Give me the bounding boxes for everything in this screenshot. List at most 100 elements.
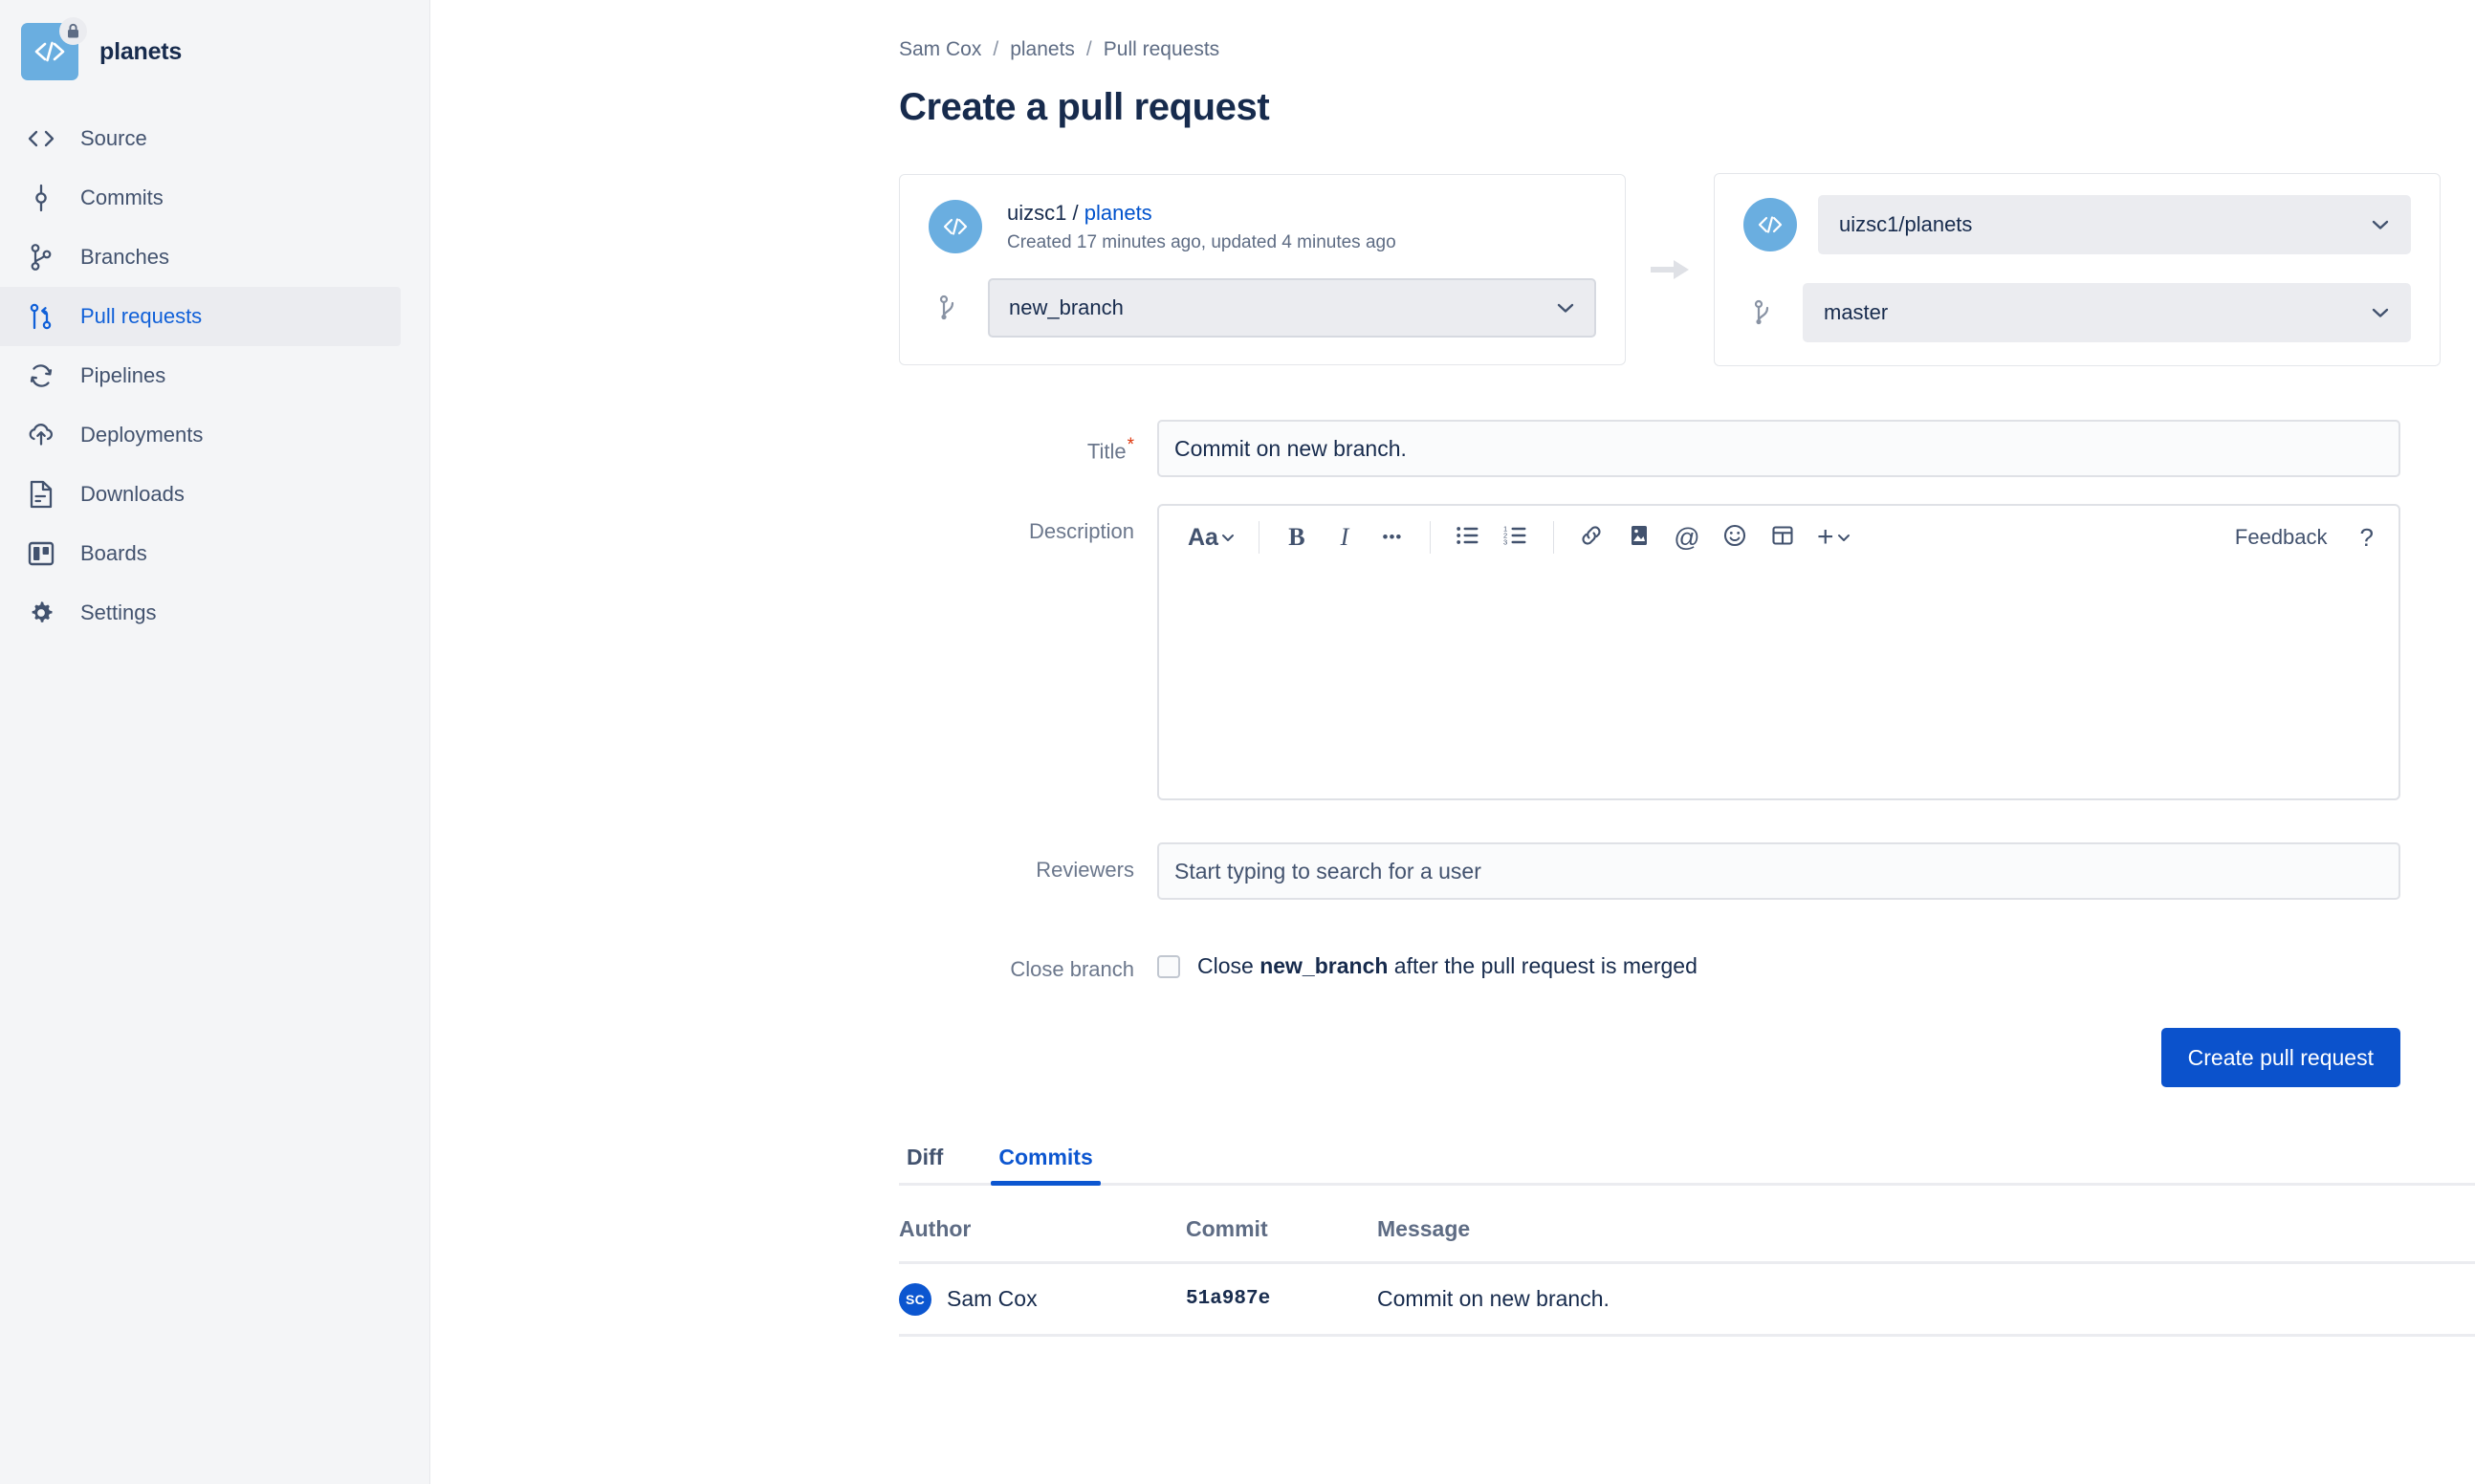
required-asterisk: * [1127, 435, 1134, 455]
image-button[interactable] [1618, 516, 1660, 558]
reviewers-input[interactable] [1157, 842, 2400, 900]
sidebar-item-label: Pull requests [80, 304, 203, 328]
chevron-down-icon [2371, 303, 2390, 322]
close-branch-row: Close branch Close new_branch after the … [899, 942, 2475, 982]
close-branch-checkbox-line: Close new_branch after the pull request … [1157, 942, 2400, 979]
cell-commit-hash[interactable]: 51a987e [1186, 1288, 1377, 1310]
commits-table: Author Commit Message Date Builds SC Sam… [899, 1216, 2475, 1337]
reviewers-control [1157, 842, 2400, 900]
reviewers-label: Reviewers [1036, 858, 1134, 882]
column-header-author: Author [899, 1216, 972, 1241]
submit-row: Create pull request [899, 1028, 2400, 1087]
source-branch-select-row: new_branch [929, 278, 1596, 338]
sidebar-item-commits[interactable]: Commits [0, 168, 401, 228]
tab-commits[interactable]: Commits [991, 1145, 1102, 1186]
insert-group: @ + [1570, 516, 1858, 558]
boards-icon [25, 537, 57, 570]
description-textarea[interactable] [1159, 569, 2398, 798]
plus-label: + [1816, 521, 1834, 553]
breadcrumb-section[interactable]: Pull requests [1104, 38, 1219, 61]
text-style-group: Aa [1180, 516, 1242, 558]
destination-branch-panel: uizsc1/planets master [1714, 173, 2441, 366]
sidebar-item-branches[interactable]: Branches [0, 228, 401, 287]
sidebar-item-pull-requests[interactable]: Pull requests [0, 287, 401, 346]
feedback-link[interactable]: Feedback [2235, 525, 2328, 550]
document-icon [25, 478, 57, 511]
table-row[interactable]: SC Sam Cox 51a987e Commit on new branch.… [899, 1264, 2475, 1337]
bullet-list-button[interactable] [1447, 516, 1489, 558]
help-icon[interactable]: ? [2360, 523, 2374, 553]
bullet-list-icon [1456, 525, 1480, 551]
title-label: Title* [899, 420, 1157, 464]
code-brackets-icon [25, 122, 57, 155]
create-pull-request-button[interactable]: Create pull request [2160, 1028, 2400, 1087]
sidebar-item-source[interactable]: Source [0, 109, 401, 168]
column-header-message: Message [1377, 1216, 1471, 1241]
sidebar-nav: Source Commits Branches Pull requests Pi… [0, 109, 429, 643]
breadcrumb-owner[interactable]: Sam Cox [899, 38, 981, 61]
diff-commits-tabs-section: Diff Commits [899, 1145, 2475, 1186]
source-branch-value: new_branch [1009, 295, 1124, 319]
sidebar-item-settings[interactable]: Settings [0, 583, 401, 643]
sidebar-item-label: Pipelines [80, 363, 166, 387]
pipelines-refresh-icon [25, 360, 57, 392]
source-repo-slash: / [1072, 200, 1079, 225]
link-icon [1579, 523, 1604, 553]
text-style-dropdown[interactable]: Aa [1180, 516, 1242, 558]
sidebar-item-downloads[interactable]: Downloads [0, 465, 401, 524]
close-branch-text-after: after the pull request is merged [1388, 953, 1697, 978]
table-button[interactable] [1762, 516, 1804, 558]
more-formatting-button[interactable]: ••• [1371, 516, 1413, 558]
table-icon [1771, 524, 1794, 552]
breadcrumb-repo[interactable]: planets [1010, 38, 1075, 61]
bold-button[interactable]: B [1276, 516, 1318, 558]
italic-button[interactable]: I [1324, 516, 1366, 558]
destination-branch-select[interactable]: master [1803, 283, 2411, 342]
source-branch-select[interactable]: new_branch [988, 278, 1596, 338]
cloud-upload-icon [25, 419, 57, 451]
title-control [1157, 420, 2400, 477]
description-row: Description Aa B I ••• 1 2 3 @ + Feedbac… [899, 504, 2475, 800]
text-style-label: Aa [1188, 523, 1218, 551]
mention-button[interactable]: @ [1666, 516, 1708, 558]
link-button[interactable] [1570, 516, 1612, 558]
more-label: ••• [1382, 528, 1403, 546]
branch-icon [25, 241, 57, 273]
breadcrumb-separator: / [993, 38, 999, 60]
repo-name: planets [99, 37, 183, 65]
svg-text:3: 3 [1503, 537, 1507, 546]
close-branch-branch-name: new_branch [1259, 953, 1389, 978]
sidebar-item-deployments[interactable]: Deployments [0, 405, 401, 465]
source-repo-row: uizsc1 / planets Created 17 minutes ago,… [929, 200, 1596, 253]
description-editor[interactable]: Aa B I ••• 1 2 3 @ + Feedback ? [1157, 504, 2400, 800]
avatar: SC [899, 1282, 931, 1316]
sidebar-item-boards[interactable]: Boards [0, 524, 401, 583]
reviewers-row: Reviewers [899, 842, 2475, 900]
mention-label: @ [1674, 522, 1700, 552]
close-branch-control: Close new_branch after the pull request … [1157, 942, 2400, 979]
sidebar-item-pipelines[interactable]: Pipelines [0, 346, 401, 405]
toolbar-divider [1429, 521, 1431, 554]
close-branch-text: Close new_branch after the pull request … [1197, 953, 1697, 979]
branch-icon [1743, 294, 1782, 332]
chevron-down-icon [1837, 534, 1850, 541]
author-cell: SC Sam Cox [899, 1282, 1186, 1316]
column-header-commit: Commit [1186, 1216, 1268, 1241]
emoji-button[interactable] [1714, 516, 1756, 558]
numbered-list-button[interactable]: 1 2 3 [1495, 516, 1537, 558]
insert-more-dropdown[interactable]: + [1809, 516, 1858, 558]
arrow-right-icon [1626, 253, 1714, 286]
chevron-down-icon [1221, 534, 1234, 541]
source-repo-link[interactable]: planets [1084, 201, 1152, 225]
sidebar-item-label: Commits [80, 186, 164, 209]
gear-icon [25, 597, 57, 629]
sidebar-repo-header[interactable]: planets [0, 13, 429, 90]
title-row: Title* [899, 420, 2475, 477]
destination-repo-select[interactable]: uizsc1/planets [1818, 195, 2411, 254]
close-branch-checkbox[interactable] [1157, 954, 1180, 978]
title-input[interactable] [1157, 420, 2400, 477]
main-content: Sam Cox / planets / Pull requests Create… [430, 0, 2475, 1484]
tab-diff[interactable]: Diff [899, 1145, 951, 1186]
pull-request-icon [25, 300, 57, 333]
text-format-group: B I ••• [1276, 516, 1413, 558]
